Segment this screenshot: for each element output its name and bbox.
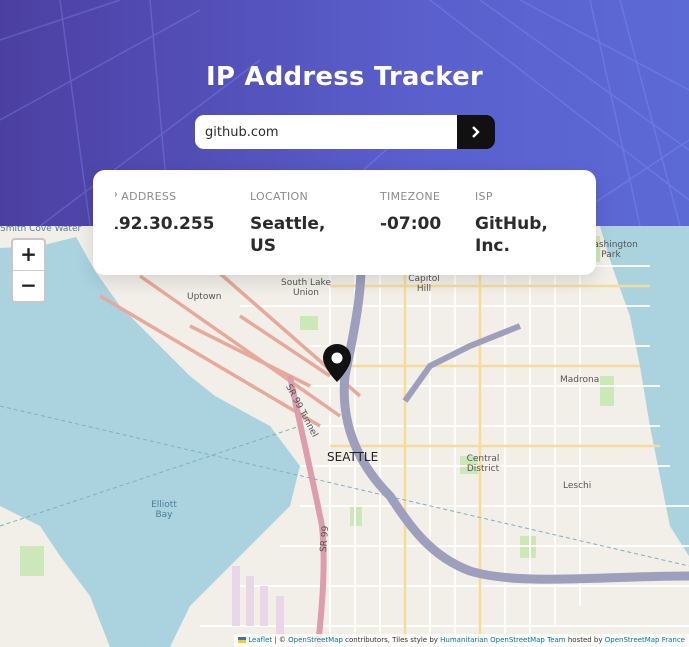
attribution-text-1: contributors, Tiles style by bbox=[345, 636, 438, 644]
ip-address-section: IP ADDRESS 192.30.255.113 bbox=[115, 190, 213, 235]
ip-search-input[interactable] bbox=[195, 115, 457, 149]
map[interactable]: Smith Cove Water Uptown South Lake Union… bbox=[0, 226, 689, 647]
location-label: LOCATION bbox=[250, 190, 308, 203]
location-value: Seattle, US bbox=[250, 214, 326, 256]
ip-address-label: IP ADDRESS bbox=[115, 190, 177, 203]
zoom-out-button[interactable]: − bbox=[13, 271, 44, 301]
zoom-control: + − bbox=[11, 238, 46, 303]
map-label-seattle: SEATTLE bbox=[327, 450, 379, 464]
location-pin-icon[interactable] bbox=[322, 343, 352, 383]
leaflet-link[interactable]: Leaflet bbox=[248, 636, 272, 644]
map-attribution: Leaflet | © OpenStreetMap contributors, … bbox=[234, 634, 689, 647]
search-form bbox=[195, 115, 495, 149]
isp-label: ISP bbox=[475, 190, 493, 203]
ip-address-value: 192.30.255.113 bbox=[115, 214, 213, 234]
chevron-right-icon bbox=[472, 126, 480, 138]
map-label-madrona: Madrona bbox=[560, 375, 600, 385]
map-label-central-district: Central District bbox=[466, 454, 500, 474]
info-panel: IP ADDRESS 192.30.255.113 LOCATION Seatt… bbox=[93, 170, 596, 275]
page-title: IP Address Tracker bbox=[206, 62, 483, 92]
search-submit-button[interactable] bbox=[457, 115, 495, 149]
map-label-uptown: Uptown bbox=[187, 292, 222, 302]
osm-link[interactable]: OpenStreetMap bbox=[288, 636, 343, 644]
isp-value: GitHub, Inc. bbox=[475, 214, 548, 256]
attribution-text-2: hosted by bbox=[567, 636, 603, 644]
map-tiles bbox=[0, 226, 689, 647]
timezone-section: TIMEZONE -07:00 bbox=[380, 190, 460, 235]
map-label-capitol-hill: Capitol Hill bbox=[408, 274, 440, 294]
osmfr-link[interactable]: OpenStreetMap France bbox=[605, 636, 685, 644]
map-label-elliott-bay: Elliott Bay bbox=[151, 500, 177, 520]
isp-section: ISP GitHub, Inc. bbox=[475, 190, 575, 257]
map-label-leschi: Leschi bbox=[563, 481, 592, 491]
location-section: LOCATION Seattle, US bbox=[250, 190, 350, 257]
timezone-label: TIMEZONE bbox=[380, 190, 441, 203]
zoom-in-button[interactable]: + bbox=[13, 240, 44, 271]
hot-link[interactable]: Humanitarian OpenStreetMap Team bbox=[440, 636, 565, 644]
timezone-value: -07:00 bbox=[380, 214, 442, 234]
ukraine-flag-icon bbox=[238, 637, 247, 643]
map-label-smith-cove: Smith Cove Water bbox=[0, 226, 82, 234]
map-label-south-lake-union: South Lake Union bbox=[281, 278, 331, 298]
